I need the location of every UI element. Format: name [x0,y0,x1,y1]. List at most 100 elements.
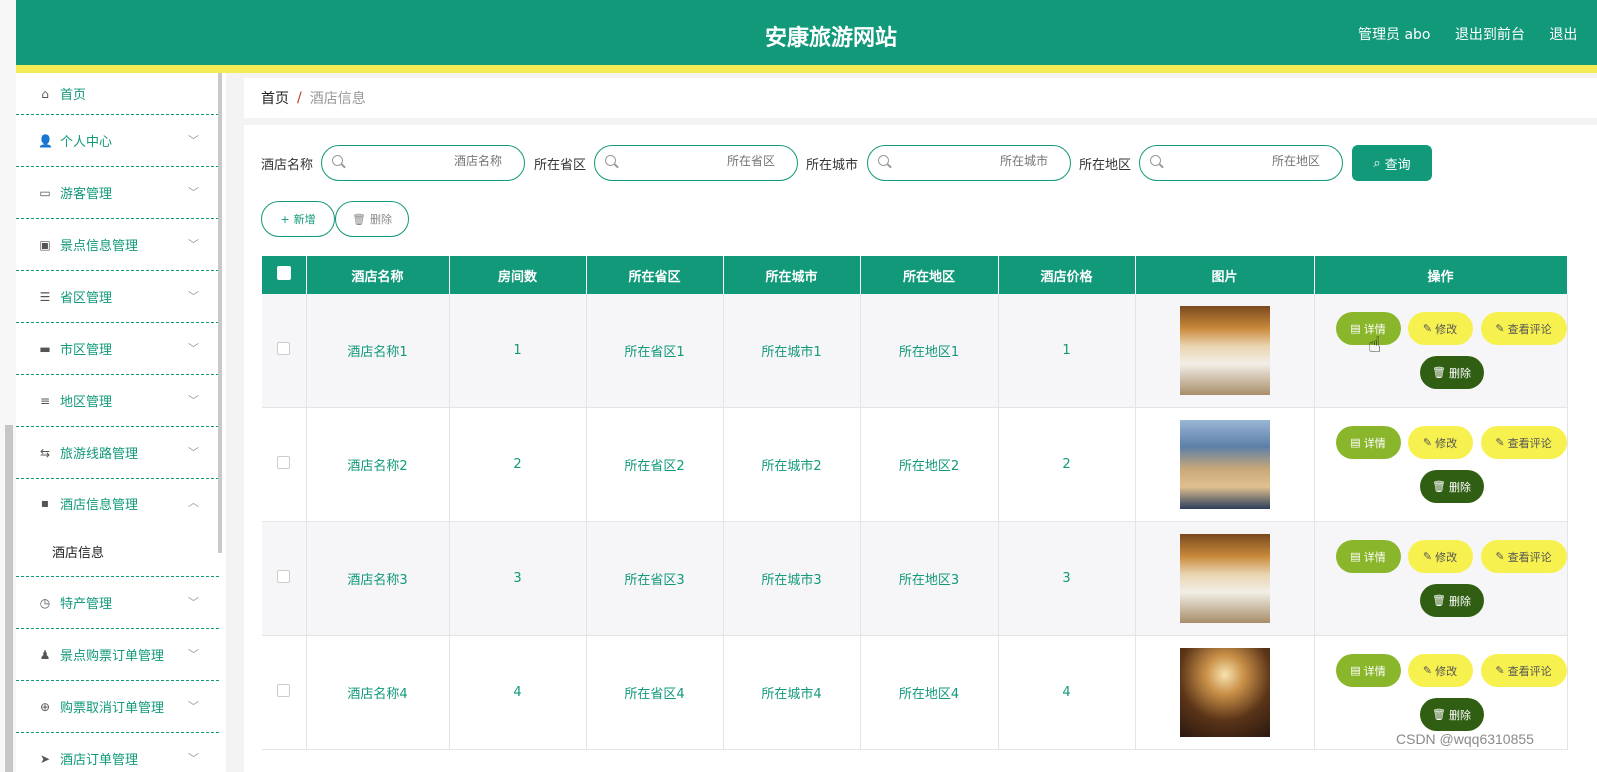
hotel-room-photo[interactable] [1179,534,1270,623]
row-checkbox[interactable] [277,456,291,469]
select-all-header[interactable] [262,256,307,294]
sidebar-item[interactable]: ◷ 特产管理 ﹀ [16,577,219,629]
row-delete-label: 删除 [1448,594,1471,608]
batch-delete-button[interactable]: 🗑 删除 [335,201,409,237]
row-checkbox[interactable] [277,684,291,697]
sidebar-item-label: 特产管理 [60,597,113,612]
top-header: 安康旅游网站 管理员 abo 退出到前台 退出 [16,0,1597,65]
hotel-building-photo[interactable] [1179,420,1270,509]
add-button[interactable]: + 新增 [261,201,335,237]
search-icon [878,155,889,166]
row-checkbox[interactable] [277,570,291,583]
document-icon: ▤ [1350,436,1361,449]
city-input[interactable] [898,154,1048,168]
col-actions: 操作 [1314,256,1568,294]
row-delete-button[interactable]: 🗑 删除 [1419,356,1484,389]
sidebar-item[interactable]: ➤ 酒店订单管理 ﹀ [16,733,219,772]
row-delete-button[interactable]: 🗑 删除 [1419,470,1484,503]
breadcrumb-home[interactable]: 首页 [261,88,289,108]
detail-label: 详情 [1363,550,1386,564]
page-scrollbar[interactable] [5,425,13,772]
area-input[interactable] [1170,154,1320,168]
sidebar-item[interactable]: 👤 个人中心 ﹀ [16,115,219,167]
cell-hotel-name: 酒店名称3 [306,521,450,636]
search-icon: ⌕ [1373,155,1381,171]
logout-link[interactable]: 退出 [1549,27,1577,43]
comments-label: 查看评论 [1507,322,1552,336]
sidebar-item[interactable]: ▣ 景点信息管理 ﹀ [16,219,219,271]
hotel-name-search-field[interactable] [321,145,525,181]
table-row: 酒店名称2 2 所在省区2 所在城市2 所在地区2 2 ▤ 详情 ✎ 修改 ✎ 查看评论 🗑 删除 [262,407,1568,522]
trash-icon: 🗑 [1432,708,1446,721]
pencil-icon: ✎ [1422,550,1433,563]
sidebar: ⌂ 首页 👤 个人中心 ﹀ ▭ 游客管理 ﹀ ▣ 景点信息管理 ﹀ ☰ 省区管理 ﹀ ▬ 市区管理 ﹀ ≡ 地区管理… [16,73,219,772]
trash-icon: 🗑 [1432,594,1446,607]
edit-button[interactable]: ✎ 修改 [1407,426,1473,459]
edit-button[interactable]: ✎ 修改 [1407,312,1473,345]
cell-price: 2 [998,407,1136,522]
sidebar-item[interactable]: ⊕ 购票取消订单管理 ﹀ [16,681,219,733]
chevron-down-icon: ﹀ [188,341,199,355]
cell-image [1135,521,1315,636]
detail-label: 详情 [1363,664,1386,678]
view-comments-button[interactable]: ✎ 查看评论 [1480,312,1567,345]
monitor-icon: ▬ [39,341,51,356]
detail-button[interactable]: ▤ 详情 [1335,540,1401,573]
area-search-field[interactable] [1139,145,1343,181]
col-province: 所在省区 [586,256,724,294]
document-icon: ▤ [1350,322,1361,335]
sidebar-item[interactable]: ▪ 酒店信息管理 ︿ [16,479,219,527]
sidebar-item[interactable]: ≡ 地区管理 ﹀ [16,375,219,427]
settings-icon: ⊕ [39,699,51,714]
row-delete-button[interactable]: 🗑 删除 [1419,698,1484,731]
admin-user-label: 管理员 abo [1358,27,1431,43]
send-icon: ➤ [39,751,51,766]
province-search-field[interactable] [594,145,798,181]
sidebar-item-label: 旅游线路管理 [60,447,139,462]
sidebar-item[interactable]: ⌂ 首页 [16,73,219,115]
edit-button[interactable]: ✎ 修改 [1407,540,1473,573]
cell-image [1135,407,1315,522]
chevron-down-icon: ﹀ [188,289,199,303]
sidebar-item[interactable]: ☰ 省区管理 ﹀ [16,271,219,323]
to-front-link[interactable]: 退出到前台 [1455,27,1525,43]
edit-button[interactable]: ✎ 修改 [1407,654,1473,687]
sidebar-item[interactable]: ⇆ 旅游线路管理 ﹀ [16,427,219,479]
cell-rooms: 1 [449,294,587,408]
sidebar-scrollbar[interactable] [218,73,222,553]
chevron-down-icon: ﹀ [188,751,199,765]
sidebar-item-label: 市区管理 [60,343,113,358]
hotel-name-input[interactable] [352,154,502,168]
banquet-hall-photo[interactable] [1179,648,1270,737]
hotel-table: 酒店名称 房间数 所在省区 所在城市 所在地区 酒店价格 图片 操作 酒店名称1… [262,256,1568,750]
view-comments-button[interactable]: ✎ 查看评论 [1480,540,1567,573]
list-icon: ☰ [39,289,51,304]
view-comments-button[interactable]: ✎ 查看评论 [1480,654,1567,687]
row-checkbox[interactable] [277,342,291,355]
city-search-field[interactable] [867,145,1071,181]
search-label-city: 所在城市 [806,158,859,173]
cell-area: 所在地区1 [860,294,999,408]
sidebar-item[interactable]: ▬ 市区管理 ﹀ [16,323,219,375]
sidebar-item-label: 酒店信息管理 [60,497,139,513]
select-all-checkbox[interactable] [276,266,291,280]
document-icon: ▤ [1350,550,1361,563]
clock-icon: ◷ [39,595,51,610]
chevron-down-icon: ﹀ [188,133,199,147]
detail-button[interactable]: ▤ 详情 [1335,654,1401,687]
hotel-room-photo[interactable] [1179,306,1270,395]
sidebar-item[interactable]: ♟ 景点购票订单管理 ﹀ [16,629,219,681]
detail-button[interactable]: ▤ 详情 [1335,426,1401,459]
breadcrumb-separator: / [297,90,302,106]
province-input[interactable] [625,154,775,168]
table-row: 酒店名称4 4 所在省区4 所在城市4 所在地区4 4 ▤ 详情 ✎ 修改 ✎ 查看评论 🗑 删除 [262,635,1568,750]
query-button[interactable]: ⌕ 查询 [1352,145,1432,181]
sidebar-subitem-hotel-info[interactable]: 酒店信息 [16,527,219,577]
hand-cursor-icon: ☝ [1368,333,1382,358]
row-select-cell [262,294,307,408]
cell-rooms: 3 [449,521,587,636]
view-comments-button[interactable]: ✎ 查看评论 [1480,426,1567,459]
row-delete-button[interactable]: 🗑 删除 [1419,584,1484,617]
sidebar-item[interactable]: ▭ 游客管理 ﹀ [16,167,219,219]
col-rooms: 房间数 [449,256,587,294]
